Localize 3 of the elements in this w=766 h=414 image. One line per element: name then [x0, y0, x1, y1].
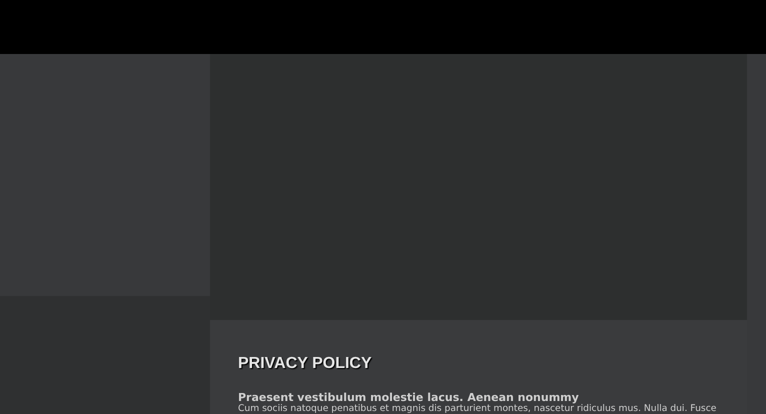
section-title: PRIVACY POLICY	[238, 354, 373, 374]
paragraph: Cum sociis natoque penatibus et magnis dis parturient montes, nascetur ridiculus mus. Nulla dui. Fusce	[238, 404, 718, 414]
section-subtitle: Praesent vestibulum molestie lacus. Aenean nonummy	[238, 392, 580, 404]
